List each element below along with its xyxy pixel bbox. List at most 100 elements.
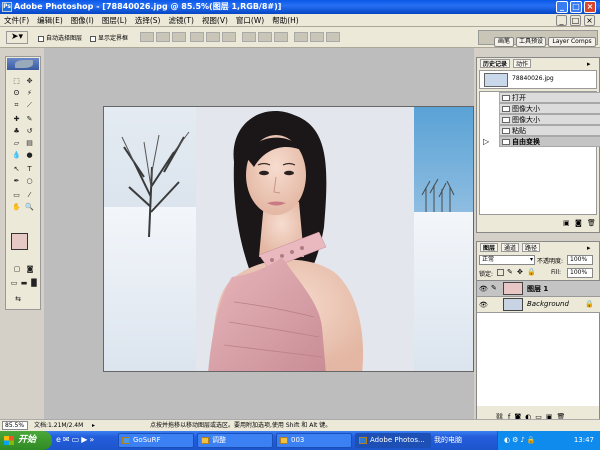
align-center-icon[interactable] — [206, 32, 220, 42]
align-left-icon[interactable] — [190, 32, 204, 42]
marquee-tool-icon[interactable]: ⬚ — [12, 77, 21, 86]
document-canvas[interactable] — [103, 106, 474, 372]
distribute-left-icon[interactable] — [294, 32, 308, 42]
layers-menu-icon[interactable]: ▸ — [587, 244, 591, 252]
desktop-icon[interactable]: ▭ — [72, 435, 82, 444]
menu-file[interactable]: 文件(F) — [0, 14, 33, 27]
history-slider-icon[interactable]: ▷ — [483, 137, 489, 146]
move-tool-preset-icon[interactable]: ➤▾ — [6, 31, 28, 44]
history-state[interactable]: 粘贴 — [499, 125, 600, 136]
hand-tool-icon[interactable]: ✋ — [12, 203, 21, 212]
distribute-top-icon[interactable] — [242, 32, 256, 42]
jump-to-imageready-icon[interactable]: ⇆ — [12, 295, 24, 304]
tab-actions[interactable]: 动作 — [513, 59, 532, 68]
menu-window[interactable]: 窗口(W) — [232, 14, 268, 27]
minimize-button[interactable]: _ — [556, 1, 568, 13]
fill-field[interactable]: 100% — [567, 268, 593, 278]
align-top-icon[interactable] — [140, 32, 154, 42]
menu-image[interactable]: 图像(I) — [67, 14, 98, 27]
close-button[interactable]: × — [584, 1, 596, 13]
history-state[interactable]: 图像大小 — [499, 114, 600, 125]
type-tool-icon[interactable]: T — [25, 165, 34, 174]
status-arrow-icon[interactable]: ▸ — [92, 420, 95, 431]
eyedropper-tool-icon[interactable]: ⁄ — [25, 191, 34, 200]
tab-layers[interactable]: 图层 — [480, 243, 499, 252]
my-computer-label[interactable]: 我的电脑 — [434, 433, 494, 448]
outlook-icon[interactable]: ✉ — [63, 435, 72, 444]
menu-filter[interactable]: 滤镜(T) — [165, 14, 198, 27]
tab-history[interactable]: 历史记录 — [480, 59, 511, 68]
taskbar-item-gosurf[interactable]: GoSuRF — [118, 433, 194, 448]
blend-mode-select[interactable]: 正常 ▾ — [479, 255, 535, 265]
standard-mode-icon[interactable]: ▢ — [12, 265, 22, 274]
magic-wand-tool-icon[interactable]: ⚡ — [25, 89, 34, 98]
auto-select-checkbox[interactable] — [38, 35, 44, 42]
ie-icon[interactable]: e — [56, 435, 63, 444]
menu-help[interactable]: 帮助(H) — [268, 14, 303, 27]
notes-tool-icon[interactable]: ▭ — [12, 191, 21, 200]
path-selection-tool-icon[interactable]: ↖ — [12, 165, 21, 174]
taskbar-item-003[interactable]: 003 — [276, 433, 352, 448]
palette-tab-brushes[interactable]: 画笔 — [494, 37, 514, 47]
lock-transparency-icon[interactable] — [497, 269, 504, 276]
brush-tool-icon[interactable]: ✎ — [25, 115, 34, 124]
show-bounds-checkbox[interactable] — [90, 35, 96, 42]
crop-tool-icon[interactable]: ⌗ — [12, 101, 21, 110]
distribute-hcenter-icon[interactable] — [310, 32, 324, 42]
eye-icon[interactable]: 👁 — [479, 285, 488, 293]
align-middle-icon[interactable] — [156, 32, 170, 42]
pen-tool-icon[interactable]: ✒ — [12, 177, 21, 186]
lock-image-icon[interactable]: ✎ — [507, 268, 513, 276]
palette-tab-layer-comps[interactable]: Layer Comps — [548, 37, 596, 47]
tray-icons[interactable]: ◐⚙♪🔒 — [504, 431, 538, 450]
history-state[interactable]: 打开 — [499, 92, 600, 103]
palette-tab-tool-presets[interactable]: 工具预设 — [516, 37, 546, 47]
menu-edit[interactable]: 编辑(E) — [33, 14, 67, 27]
history-brush-tool-icon[interactable]: ↺ — [25, 127, 34, 136]
doc-close-button[interactable]: × — [584, 15, 595, 26]
distribute-bottom-icon[interactable] — [274, 32, 288, 42]
stamp-tool-icon[interactable]: ♣ — [12, 127, 21, 136]
new-snapshot-icon[interactable]: ◙ — [575, 219, 582, 227]
align-bottom-icon[interactable] — [172, 32, 186, 42]
layer-row-layer1[interactable]: 👁 ✎ 图层 1 — [477, 281, 600, 297]
history-state[interactable]: 图像大小 — [499, 103, 600, 114]
doc-minimize-button[interactable]: _ — [556, 15, 567, 26]
blur-tool-icon[interactable]: 💧 — [12, 151, 21, 160]
dodge-tool-icon[interactable]: ● — [25, 151, 34, 160]
menu-select[interactable]: 选择(S) — [131, 14, 165, 27]
move-tool-icon[interactable]: ✥ — [25, 77, 34, 86]
maximize-button[interactable]: □ — [570, 1, 582, 13]
quick-mask-mode-icon[interactable]: ◙ — [25, 265, 35, 274]
lock-all-icon[interactable]: 🔒 — [527, 268, 536, 276]
tab-channels[interactable]: 通道 — [501, 243, 520, 252]
layer-row-background[interactable]: 👁 Background 🔒 — [477, 297, 600, 313]
shape-tool-icon[interactable]: ○ — [25, 177, 34, 186]
zoom-tool-icon[interactable]: 🔍 — [25, 203, 34, 212]
screen-mode-menu-icon[interactable]: ▬ — [19, 279, 29, 288]
distribute-right-icon[interactable] — [326, 32, 340, 42]
start-button[interactable]: 开始 — [0, 431, 52, 450]
more-icon[interactable]: » — [89, 435, 96, 444]
lock-position-icon[interactable]: ✥ — [517, 268, 523, 276]
doc-restore-button[interactable]: □ — [570, 15, 581, 26]
taskbar-item-adjust[interactable]: 调整 — [197, 433, 273, 448]
delete-state-icon[interactable]: 🗑 — [587, 219, 596, 227]
gradient-tool-icon[interactable]: ▤ — [25, 139, 34, 148]
tab-paths[interactable]: 路径 — [522, 243, 541, 252]
show-bounds-option[interactable]: 显示定界框 — [90, 33, 128, 42]
taskbar-item-photoshop[interactable]: Adobe Photos... — [355, 433, 431, 448]
slice-tool-icon[interactable]: ⟋ — [25, 101, 34, 110]
zoom-field[interactable]: 85.5% — [2, 421, 28, 430]
screen-mode-full-icon[interactable]: █ — [29, 279, 39, 288]
align-right-icon[interactable] — [222, 32, 236, 42]
foreground-color-swatch[interactable] — [11, 233, 28, 250]
menu-view[interactable]: 视图(V) — [198, 14, 232, 27]
new-document-from-state-icon[interactable]: ▣ — [563, 219, 570, 227]
eye-icon[interactable]: 👁 — [479, 301, 488, 309]
history-menu-icon[interactable]: ▸ — [587, 60, 591, 68]
menu-layer[interactable]: 图层(L) — [98, 14, 131, 27]
history-snapshot[interactable]: 78840026.jpg — [479, 70, 597, 89]
healing-brush-tool-icon[interactable]: ✚ — [12, 115, 21, 124]
opacity-field[interactable]: 100% — [567, 255, 593, 265]
